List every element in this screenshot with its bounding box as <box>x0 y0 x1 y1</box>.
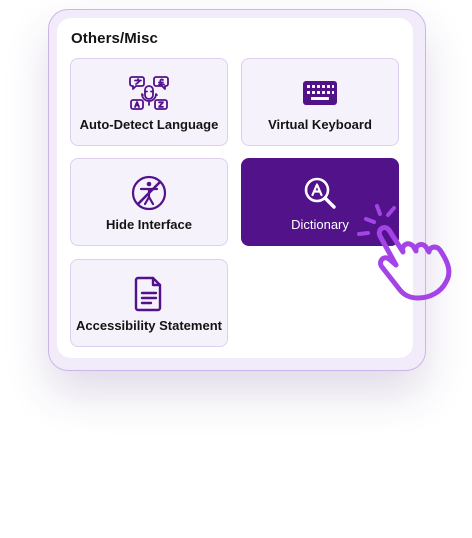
accessibility-statement-button[interactable]: Accessibility Statement <box>70 259 228 347</box>
auto-detect-language-button[interactable]: Auto-Detect Language <box>70 58 228 146</box>
app-stage: Others/Misc Auto-Detect Language Virtual… <box>0 0 472 538</box>
hide-interface-button[interactable]: Hide Interface <box>70 158 228 246</box>
hide-interface-icon <box>129 173 169 213</box>
dictionary-search-icon <box>300 173 340 213</box>
accessibility-statement-label: Accessibility Statement <box>76 318 222 333</box>
virtual-keyboard-label: Virtual Keyboard <box>268 117 372 132</box>
translate-voice-icon <box>129 73 169 113</box>
auto-detect-language-label: Auto-Detect Language <box>79 117 219 132</box>
pointer-hand-icon <box>357 204 452 301</box>
keyboard-icon <box>300 73 340 113</box>
section-title: Others/Misc <box>71 30 158 47</box>
virtual-keyboard-button[interactable]: Virtual Keyboard <box>241 58 399 146</box>
document-icon <box>129 274 169 314</box>
hide-interface-label: Hide Interface <box>106 217 192 232</box>
